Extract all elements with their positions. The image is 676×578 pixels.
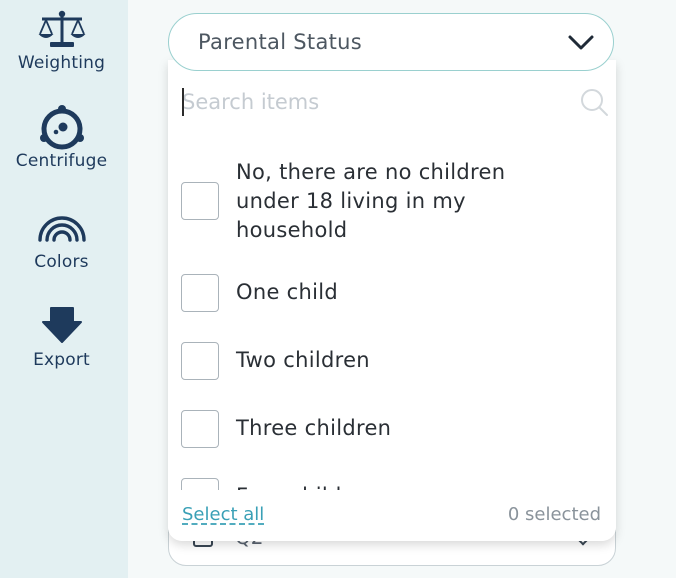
search-bar xyxy=(168,82,616,122)
list-item[interactable]: Three children xyxy=(168,404,616,454)
options-list: No, there are no children under 18 livin… xyxy=(168,158,616,493)
option-label: Two children xyxy=(236,348,370,372)
option-checkbox[interactable] xyxy=(181,182,219,220)
dropdown-footer: Select all 0 selected xyxy=(168,490,616,541)
select-all-link[interactable]: Select all xyxy=(182,504,264,525)
dropdown-panel: No, there are no children under 18 livin… xyxy=(168,60,616,541)
text-cursor xyxy=(182,88,184,116)
sidebar-item-label: Weighting xyxy=(17,53,106,73)
centrifuge-icon xyxy=(37,105,87,151)
dropdown-title: Parental Status xyxy=(198,30,363,54)
parental-status-dropdown[interactable]: Parental Status xyxy=(168,13,614,71)
option-label: No, there are no children under 18 livin… xyxy=(236,160,506,242)
list-item[interactable]: No, there are no children under 18 livin… xyxy=(168,158,616,248)
sidebar-item-colors[interactable]: Colors xyxy=(0,212,123,272)
download-arrow-icon xyxy=(41,306,83,344)
option-label: Three children xyxy=(236,416,392,440)
sidebar-item-label: Centrifuge xyxy=(15,151,108,171)
sidebar-item-weighting[interactable]: Weighting xyxy=(0,9,123,73)
rainbow-icon xyxy=(37,212,87,242)
search-icon[interactable] xyxy=(580,88,610,122)
option-checkbox[interactable] xyxy=(181,274,219,312)
option-label: One child xyxy=(236,280,338,304)
sidebar: Weighting Centrifuge Colors Export xyxy=(0,0,128,578)
option-checkbox[interactable] xyxy=(181,342,219,380)
list-item[interactable]: One child xyxy=(168,268,616,318)
selected-count: 0 selected xyxy=(507,504,601,525)
sidebar-item-export[interactable]: Export xyxy=(0,306,123,370)
option-checkbox[interactable] xyxy=(181,410,219,448)
scale-icon xyxy=(37,9,87,49)
sidebar-item-centrifuge[interactable]: Centrifuge xyxy=(0,105,123,171)
chevron-down-icon[interactable] xyxy=(567,30,595,58)
sidebar-item-label: Export xyxy=(33,350,90,370)
sidebar-item-label: Colors xyxy=(34,252,89,272)
search-input[interactable] xyxy=(182,84,572,120)
list-item[interactable]: Two children xyxy=(168,336,616,386)
